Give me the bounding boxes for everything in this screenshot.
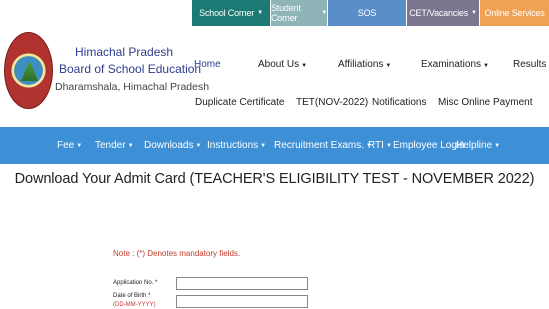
menu-downloads[interactable]: Downloads ▼ bbox=[144, 127, 201, 164]
menu-instructions[interactable]: Instructions ▼ bbox=[207, 127, 266, 164]
menu-helpline[interactable]: Helpline ▼ bbox=[456, 127, 500, 164]
chevron-down-icon: ▼ bbox=[257, 10, 263, 16]
nav-notifications[interactable]: Notifications bbox=[372, 97, 426, 108]
menu-tender[interactable]: Tender ▼ bbox=[95, 127, 134, 164]
date-of-birth-label: Date of Birth * bbox=[113, 293, 151, 299]
nav-duplicate-certificate[interactable]: Duplicate Certificate bbox=[195, 97, 284, 108]
nav-examinations[interactable]: Examinations ▼ bbox=[421, 59, 489, 70]
board-logo[interactable] bbox=[4, 32, 53, 109]
brand-location: Dharamshala, Himachal Pradesh bbox=[55, 81, 210, 93]
chevron-down-icon: ▼ bbox=[301, 63, 308, 69]
mandatory-note: Note : (*) Denotes mandatory fields. bbox=[113, 249, 241, 258]
nav-about-us[interactable]: About Us ▼ bbox=[258, 59, 307, 70]
brand-title-line1: Himachal Pradesh bbox=[75, 45, 174, 59]
application-number-input[interactable] bbox=[176, 277, 308, 290]
chevron-down-icon: ▼ bbox=[127, 142, 134, 149]
nav-affiliations[interactable]: Affiliations ▼ bbox=[338, 59, 391, 70]
school-corner-button[interactable]: School Corner ▼ bbox=[192, 0, 270, 26]
chevron-down-icon: ▼ bbox=[260, 142, 267, 149]
chevron-down-icon: ▼ bbox=[385, 63, 392, 69]
date-of-birth-input[interactable] bbox=[176, 295, 308, 308]
chevron-down-icon: ▼ bbox=[76, 142, 83, 149]
menu-rti[interactable]: RTI ▼ bbox=[368, 127, 392, 164]
menu-fee[interactable]: Fee ▼ bbox=[57, 127, 82, 164]
nav-results[interactable]: Results bbox=[513, 59, 546, 70]
chevron-down-icon: ▼ bbox=[195, 142, 202, 149]
sos-button[interactable]: SOS bbox=[328, 0, 406, 26]
mountain-emblem-icon bbox=[21, 61, 38, 81]
nav-tet-nov-2022[interactable]: TET(NOV-2022) bbox=[296, 97, 368, 108]
application-number-label: Application No. * bbox=[113, 280, 158, 286]
chevron-down-icon: ▼ bbox=[483, 63, 489, 69]
brand-title-line2: Board of School Education bbox=[59, 62, 202, 76]
chevron-down-icon: ▼ bbox=[321, 10, 327, 16]
menu-employee-login[interactable]: Employee Login bbox=[393, 127, 465, 164]
top-utility-bar: School Corner ▼ Student Corner ▼ SOS CET/V… bbox=[0, 0, 549, 26]
nav-home[interactable]: Home bbox=[194, 59, 221, 70]
menu-recruitment-exams[interactable]: Recruitment Exams. ▼ bbox=[274, 127, 372, 164]
main-menu-bar: Fee ▼ Tender ▼ Downloads ▼ Instructions ▼ Re… bbox=[0, 127, 549, 164]
online-services-button[interactable]: Online Services bbox=[480, 0, 549, 26]
cet-vacancies-button[interactable]: CET/Vacancies ▼ bbox=[407, 0, 479, 26]
chevron-down-icon: ▼ bbox=[494, 142, 501, 149]
date-format-hint: (DD-MM-YYYY) bbox=[113, 302, 156, 308]
page-title: Download Your Admit Card (TEACHER'S ELIG… bbox=[14, 171, 535, 187]
student-corner-button[interactable]: Student Corner ▼ bbox=[271, 0, 327, 26]
chevron-down-icon: ▼ bbox=[471, 10, 477, 16]
chevron-down-icon: ▼ bbox=[385, 142, 392, 149]
nav-misc-online-payment[interactable]: Misc Online Payment bbox=[438, 97, 532, 108]
